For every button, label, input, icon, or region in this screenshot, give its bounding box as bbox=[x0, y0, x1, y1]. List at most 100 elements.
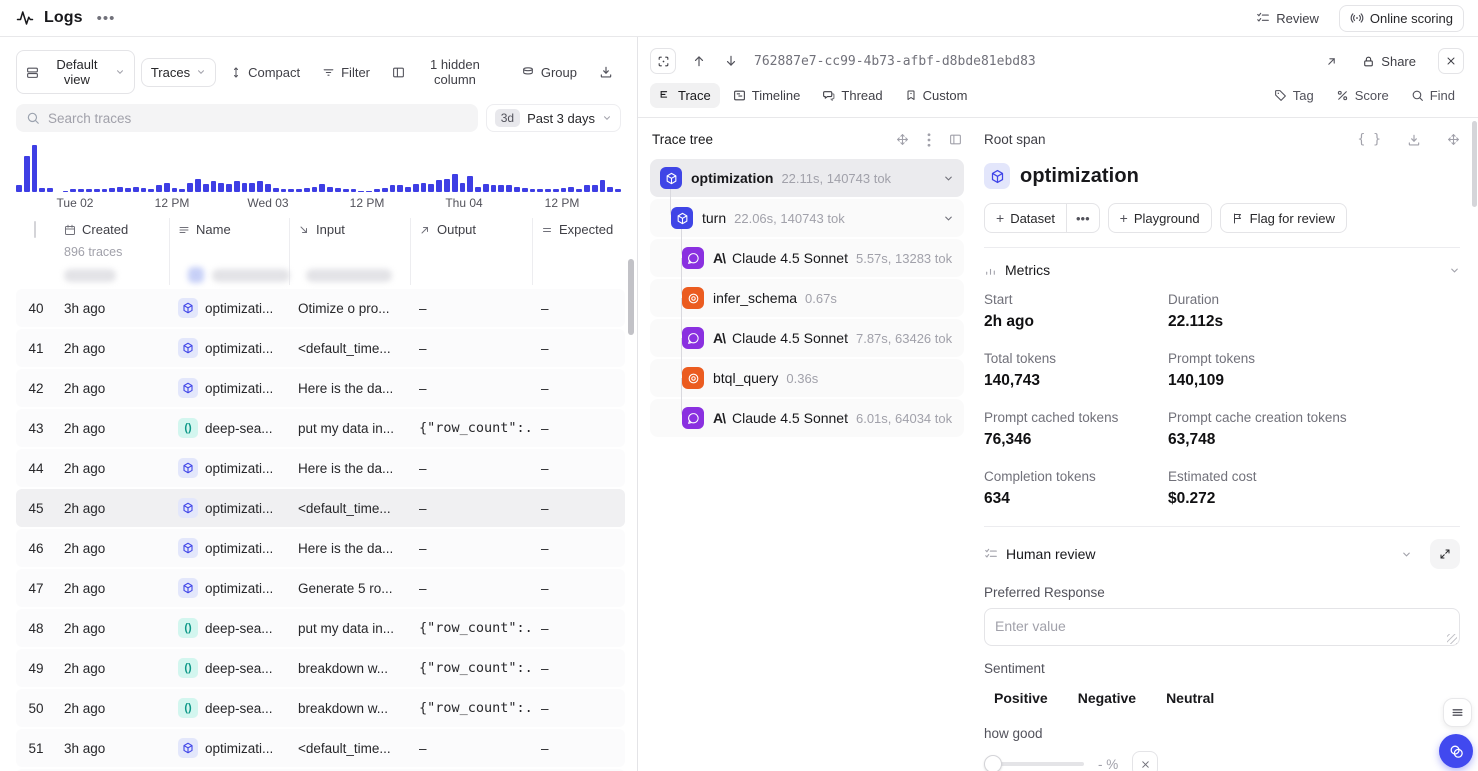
expand-review-button[interactable] bbox=[1430, 539, 1460, 569]
filter-label: Filter bbox=[341, 65, 370, 80]
trace-tree-row[interactable]: A\ Claude 4.5 Sonnet 5.57s, 13283 tok bbox=[650, 239, 964, 277]
date-range-button[interactable]: 3d Past 3 days bbox=[486, 104, 621, 132]
focus-trace-button[interactable] bbox=[650, 48, 676, 74]
metric-value: 634 bbox=[984, 490, 1168, 508]
online-scoring-button[interactable]: Online scoring bbox=[1339, 5, 1464, 32]
table-row[interactable]: 41 2h ago () optimizati... <default_time… bbox=[16, 329, 625, 367]
histogram-bar bbox=[327, 187, 333, 192]
histogram-bar bbox=[117, 187, 123, 192]
table-row[interactable]: 42 2h ago () optimizati... Here is the d… bbox=[16, 369, 625, 407]
metric-value: 63,748 bbox=[1168, 431, 1460, 449]
table-row[interactable]: 44 2h ago () optimizati... Here is the d… bbox=[16, 449, 625, 487]
cell-output: {"row_count":... bbox=[411, 700, 533, 716]
histogram-bar bbox=[358, 191, 364, 192]
json-view-icon[interactable]: { } bbox=[1358, 132, 1381, 147]
score-slider[interactable] bbox=[984, 755, 1084, 771]
filter-icon bbox=[322, 66, 335, 79]
more-options-icon[interactable] bbox=[927, 133, 931, 147]
chevron-down-icon[interactable] bbox=[943, 173, 954, 184]
slider-thumb[interactable] bbox=[984, 755, 1002, 771]
move-icon[interactable] bbox=[896, 133, 909, 146]
metrics-grid: Start 2h ago Duration 22.112s Total toke… bbox=[984, 290, 1460, 527]
tab-trace[interactable]: Trace bbox=[650, 83, 720, 108]
group-button[interactable]: Group bbox=[513, 59, 585, 86]
span-meta: 22.06s, 140743 tok bbox=[734, 211, 845, 226]
detail-scrollbar[interactable] bbox=[1472, 121, 1477, 207]
trace-tree-row[interactable]: A\ optimization 22.11s, 140743 tok bbox=[650, 159, 964, 197]
export-button[interactable] bbox=[591, 59, 621, 85]
add-to-dataset-button[interactable]: +Dataset bbox=[984, 203, 1066, 233]
table-scrollbar[interactable] bbox=[628, 259, 634, 335]
traces-selector-button[interactable]: Traces bbox=[141, 58, 216, 87]
column-header-expected[interactable]: Expected bbox=[541, 222, 617, 237]
broadcast-icon bbox=[1350, 11, 1364, 25]
filter-button[interactable]: Filter bbox=[314, 59, 378, 86]
trace-tree-row[interactable]: A\ Claude 4.5 Sonnet 6.01s, 64034 tok bbox=[650, 399, 964, 437]
table-row[interactable]: 47 2h ago () optimizati... Generate 5 ro… bbox=[16, 569, 625, 607]
table-row[interactable]: 49 2h ago () deep-sea... breakdown w... … bbox=[16, 649, 625, 687]
select-all-checkbox[interactable] bbox=[34, 221, 36, 238]
page-menu-button[interactable]: ••• bbox=[93, 8, 120, 29]
overlapping-circles-icon bbox=[1448, 743, 1465, 760]
widget-menu-button[interactable] bbox=[1443, 698, 1472, 727]
move-icon[interactable] bbox=[1447, 133, 1460, 146]
date-range-label: Past 3 days bbox=[527, 111, 595, 126]
table-row[interactable]: 43 2h ago () deep-sea... put my data in.… bbox=[16, 409, 625, 447]
histogram-bar bbox=[545, 189, 551, 192]
trace-tree-row[interactable]: A\ infer_schema 0.67s bbox=[650, 279, 964, 317]
collapse-panel-icon[interactable] bbox=[949, 133, 962, 146]
search-traces-box[interactable] bbox=[16, 104, 478, 132]
flag-for-review-button[interactable]: Flag for review bbox=[1220, 203, 1347, 233]
timeline-icon bbox=[733, 89, 746, 102]
score-button[interactable]: Score bbox=[1327, 83, 1398, 108]
open-in-new-icon[interactable] bbox=[1323, 53, 1340, 70]
table-row[interactable]: 40 3h ago () optimizati... Otimize o pro… bbox=[16, 289, 625, 327]
dataset-more-button[interactable]: ••• bbox=[1066, 203, 1100, 233]
cell-created: 2h ago bbox=[56, 541, 170, 556]
traces-selector-label: Traces bbox=[151, 65, 190, 80]
trace-tree-row[interactable]: A\ Claude 4.5 Sonnet 7.87s, 63426 tok bbox=[650, 319, 964, 357]
review-button[interactable]: Review bbox=[1250, 7, 1325, 30]
span-meta: 7.87s, 63426 tok bbox=[856, 331, 952, 346]
next-trace-button[interactable] bbox=[722, 52, 740, 70]
online-scoring-label: Online scoring bbox=[1370, 11, 1453, 26]
tag-button[interactable]: Tag bbox=[1265, 83, 1323, 108]
metrics-section-header[interactable]: Metrics bbox=[984, 248, 1460, 290]
search-traces-input[interactable] bbox=[48, 111, 468, 126]
table-row[interactable]: 48 2h ago () deep-sea... put my data in.… bbox=[16, 609, 625, 647]
sentiment-option-negative[interactable]: Negative bbox=[1068, 684, 1146, 712]
view-selector-button[interactable]: Default view bbox=[16, 50, 135, 94]
table-row[interactable]: 51 3h ago () optimizati... <default_time… bbox=[16, 729, 625, 767]
share-button[interactable]: Share bbox=[1356, 50, 1422, 73]
trace-tree-row[interactable]: A\ btql_query 0.36s bbox=[650, 359, 964, 397]
trace-volume-histogram[interactable]: Tue 0212 PMWed 0312 PMThu 0412 PM bbox=[16, 142, 621, 210]
tab-thread[interactable]: Thread bbox=[813, 83, 891, 108]
previous-trace-button[interactable] bbox=[690, 52, 708, 70]
trace-tree-row[interactable]: A\ turn 22.06s, 140743 tok bbox=[650, 199, 964, 237]
hidden-columns-button[interactable]: 1 hidden column bbox=[384, 51, 507, 93]
human-review-section-header[interactable]: Human review bbox=[984, 527, 1460, 577]
table-row[interactable]: 45 2h ago () optimizati... <default_time… bbox=[16, 489, 625, 527]
table-row[interactable]: 50 2h ago () deep-sea... breakdown w... … bbox=[16, 689, 625, 727]
find-button[interactable]: Find bbox=[1402, 83, 1464, 108]
column-header-created[interactable]: Created bbox=[64, 222, 161, 237]
help-widget-button[interactable] bbox=[1439, 734, 1473, 768]
trace-id[interactable]: 762887e7-cc99-4b73-afbf-d8bde81ebd83 bbox=[754, 54, 1036, 69]
column-header-output[interactable]: Output bbox=[419, 222, 524, 237]
histogram-bar bbox=[576, 189, 582, 192]
cell-created: 2h ago bbox=[56, 621, 170, 636]
sentiment-option-positive[interactable]: Positive bbox=[984, 684, 1058, 712]
column-header-input[interactable]: Input bbox=[298, 222, 402, 237]
chevron-down-icon[interactable] bbox=[943, 213, 954, 224]
compact-toggle-button[interactable]: Compact bbox=[222, 59, 308, 86]
clear-score-button[interactable] bbox=[1132, 751, 1158, 771]
tab-timeline[interactable]: Timeline bbox=[724, 83, 810, 108]
sentiment-option-neutral[interactable]: Neutral bbox=[1156, 684, 1224, 712]
open-playground-button[interactable]: +Playground bbox=[1108, 203, 1212, 233]
column-header-name[interactable]: Name bbox=[178, 222, 281, 237]
download-icon[interactable] bbox=[1407, 133, 1421, 147]
tab-custom[interactable]: Custom bbox=[896, 83, 977, 108]
preferred-response-input[interactable] bbox=[984, 608, 1460, 646]
table-row[interactable]: 46 2h ago () optimizati... Here is the d… bbox=[16, 529, 625, 567]
close-panel-button[interactable] bbox=[1438, 48, 1464, 74]
